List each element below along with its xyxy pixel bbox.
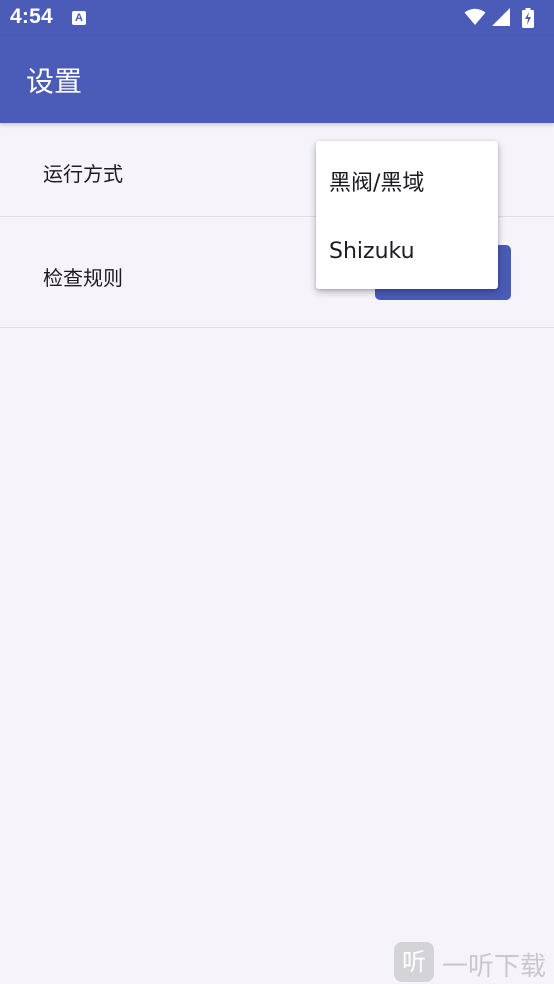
menu-item-label: Shizuku bbox=[329, 239, 415, 264]
watermark-logo-icon: 听 bbox=[394, 942, 434, 982]
notification-app-icon: A bbox=[72, 11, 86, 25]
status-time: 4:54 bbox=[10, 5, 53, 28]
check-rules-label: 检查规则 bbox=[43, 266, 123, 290]
wifi-icon bbox=[464, 8, 486, 25]
status-bar: 4:54 A bbox=[0, 0, 554, 36]
battery-charging-icon bbox=[522, 8, 534, 28]
menu-item-label: 黑阀/黑域 bbox=[329, 171, 425, 196]
app-bar: 设置 bbox=[0, 36, 554, 123]
menu-item-shizuku[interactable]: Shizuku bbox=[316, 215, 498, 289]
menu-item-heifa-heiyu[interactable]: 黑阀/黑域 bbox=[316, 141, 498, 215]
watermark-text: 一听下载 bbox=[442, 952, 547, 982]
run-mode-dropdown-menu: 黑阀/黑域 Shizuku bbox=[316, 141, 498, 289]
page-title: 设置 bbox=[26, 65, 83, 98]
run-mode-label: 运行方式 bbox=[43, 162, 123, 186]
cell-signal-icon bbox=[492, 8, 510, 26]
